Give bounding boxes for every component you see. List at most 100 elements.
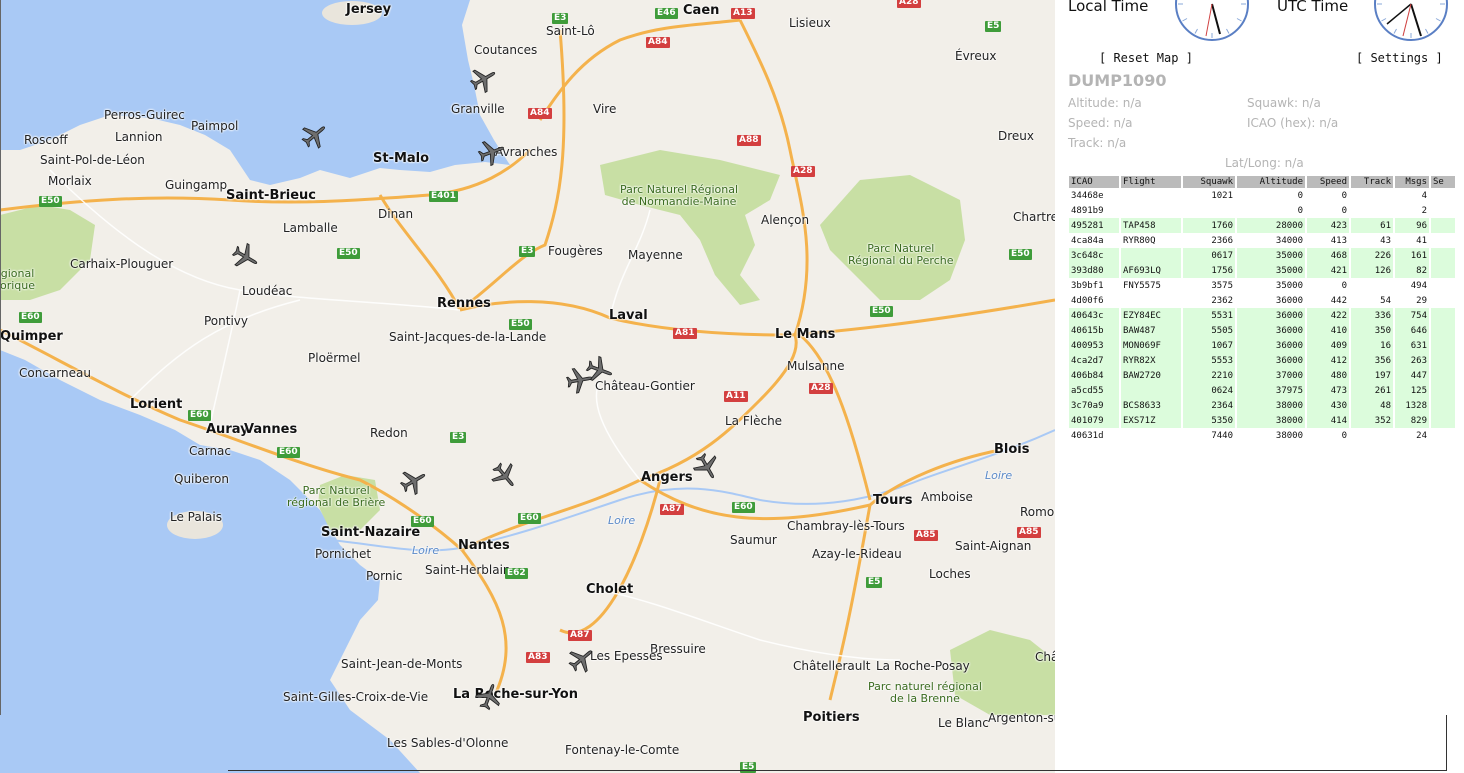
table-row[interactable]: 4ca2d7 RYR82X 5553 36000 412 356 263 [1069,353,1455,368]
city-label: Blois [994,442,1030,457]
cell-flight: EXS71Z [1121,413,1181,428]
city-label: Vire [593,102,617,116]
road-shield: A13 [731,8,755,19]
col-msgs[interactable]: Msgs [1395,176,1429,188]
city-label: Saint-Nazaire [321,525,421,540]
cell-track: 48 [1351,398,1393,413]
table-row[interactable]: 3c70a9 BCS8633 2364 38000 430 48 1328 [1069,398,1455,413]
col-icao[interactable]: ICAO [1069,176,1119,188]
cell-msgs: 4 [1421,190,1427,201]
river-label: Loire [985,469,1013,482]
table-row[interactable]: 3b9bf1 FNY5575 3575 35000 0 494 [1069,278,1455,293]
city-label: Saumur [730,533,777,547]
cell-squawk: 2362 [1211,295,1233,306]
road-shield: A81 [673,328,697,339]
col-squawk[interactable]: Squawk [1183,176,1235,188]
col-altitude[interactable]: Altitude [1237,176,1305,188]
table-row[interactable]: 406b84 BAW2720 2210 37000 480 197 447 [1069,368,1455,383]
road-shield: A83 [526,652,550,663]
cell-msgs: 24 [1416,430,1427,441]
city-label: Ploërmel [308,351,361,365]
cell-icao: 40615b [1069,323,1119,338]
cell-track: 356 [1351,353,1393,368]
road-shield: E50 [39,196,62,207]
road-shield: A28 [809,383,833,394]
city-label: Fontenay-le-Comte [565,743,680,757]
col-speed[interactable]: Speed [1307,176,1349,188]
cell-seen [1431,323,1455,338]
col-track[interactable]: Track [1351,176,1393,188]
park-label: Parc Naturel Régional du Perche [848,242,954,267]
city-label: Châ [1035,650,1055,664]
city-label: Le Blanc [938,716,989,730]
table-row[interactable]: a5cd55 0624 37975 473 261 125 [1069,383,1455,398]
road-shield: A84 [528,108,552,119]
city-label: Vannes [244,422,298,437]
map[interactable]: Jersey Caen Lisieux Saint-Lô Coutances Évreux… [0,0,1055,773]
city-label: Saint-Jacques-de-la-Lande [389,330,547,344]
table-row[interactable]: 40643c EZY84EC 5531 36000 422 336 754 [1069,308,1455,323]
cell-flight: AF693LQ [1121,263,1181,278]
table-row[interactable]: 40631d 7440 38000 0 24 [1069,428,1455,443]
table-row[interactable]: 3c648c 0617 35000 468 226 161 [1069,248,1455,263]
cell-alt: 34000 [1275,235,1303,246]
cell-track: 261 [1351,383,1393,398]
cell-icao: 4d00f6 [1071,295,1104,306]
river-label: Loire [412,544,440,557]
table-row[interactable]: 4891b9 0 0 2 [1069,203,1455,218]
table-header-row: ICAO Flight Squawk Altitude Speed Track … [1069,176,1455,188]
utc-clock-icon [1374,0,1448,41]
table-row[interactable]: 401079 EXS71Z 5350 38000 414 352 829 [1069,413,1455,428]
road-shield: A84 [646,37,670,48]
cell-icao: 393d80 [1069,263,1119,278]
cell-flight [1121,248,1181,263]
city-label: Carnac [189,444,232,458]
city-label: St-Malo [373,151,430,166]
cell-icao: 400953 [1069,338,1119,353]
cell-track [1351,203,1393,218]
city-label: Argenton-sur- [988,711,1055,725]
cell-seen [1431,398,1455,413]
col-flight[interactable]: Flight [1121,176,1181,188]
table-row[interactable]: 495281 TAP458 1760 28000 423 61 96 [1069,218,1455,233]
table-row[interactable]: 4ca84a RYR80Q 2366 34000 413 43 41 [1069,233,1455,248]
cell-seen [1431,218,1455,233]
reset-map-button[interactable]: [ Reset Map ] [1099,51,1193,65]
city-label: Saint-Herblain [425,563,511,577]
road-shield: E3 [519,246,536,257]
cell-flight [1121,293,1181,308]
city-label: Granville [451,102,505,116]
cell-squawk: 5553 [1183,353,1235,368]
road-shield: A85 [1017,527,1041,538]
road-shield: A11 [724,391,748,402]
cell-msgs: 1328 [1395,398,1429,413]
cell-track: 226 [1351,248,1393,263]
cell-flight: RYR82X [1121,353,1181,368]
col-seen[interactable]: Se [1431,176,1455,188]
cell-icao: 3c648c [1069,248,1119,263]
cell-seen [1431,233,1455,248]
table-row[interactable]: 4d00f6 2362 36000 442 54 29 [1069,293,1455,308]
cell-speed: 413 [1330,235,1347,246]
table-row[interactable]: 393d80 AF693LQ 1756 35000 421 126 82 [1069,263,1455,278]
city-label: Laval [609,308,648,323]
table-row[interactable]: 40615b BAW487 5505 36000 410 350 646 [1069,323,1455,338]
cell-speed: 480 [1307,368,1349,383]
city-label: Roscoff [24,133,68,147]
road-shield: E5 [740,762,757,773]
cell-alt: 35000 [1275,280,1303,291]
map-border [0,0,1,715]
road-shield: E50 [509,319,532,330]
cell-msgs: 631 [1395,338,1429,353]
table-row[interactable]: 34468e 1021 0 0 4 [1069,188,1455,203]
utc-time-label: UTC Time [1277,0,1349,15]
table-row[interactable]: 400953 MON069F 1067 36000 409 16 631 [1069,338,1455,353]
cell-speed: 0 [1341,205,1347,216]
settings-button[interactable]: [ Settings ] [1356,51,1443,65]
cell-track: 126 [1351,263,1393,278]
cell-msgs: 754 [1395,308,1429,323]
cell-flight: BAW2720 [1121,368,1181,383]
city-label: Mulsanne [787,359,845,373]
cell-alt: 36000 [1237,338,1305,353]
cell-alt: 35000 [1237,263,1305,278]
